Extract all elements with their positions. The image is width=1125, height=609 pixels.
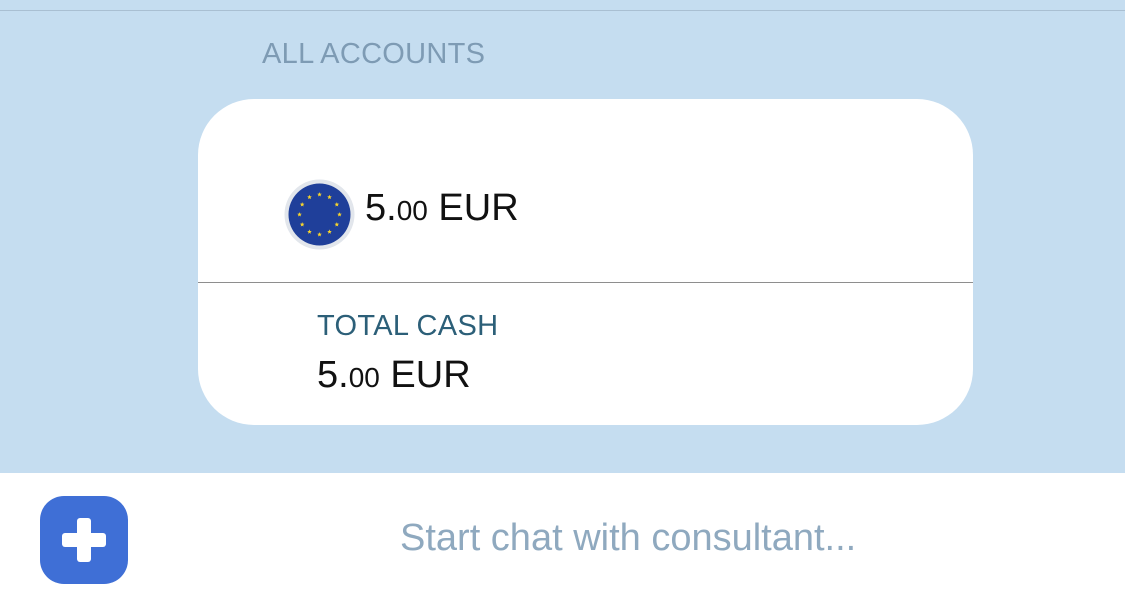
account-amount-int: 5.: [365, 187, 397, 229]
total-currency: EUR: [390, 354, 471, 396]
account-balance: 5.00 EUR: [365, 187, 519, 230]
account-amount-decimals: 00: [396, 195, 428, 226]
section-title: ALL ACCOUNTS: [262, 38, 486, 70]
plus-icon: [62, 518, 106, 562]
accounts-card: 5.00 EUR TOTAL CASH 5.00 EUR: [198, 99, 973, 425]
top-divider: [0, 10, 1125, 11]
total-cash-amount: 5.00 EUR: [317, 354, 471, 397]
total-amount-int: 5.: [317, 354, 349, 396]
add-button[interactable]: [40, 496, 128, 584]
total-cash-label: TOTAL CASH: [317, 310, 499, 342]
chat-bar: Start chat with consultant...: [0, 473, 1125, 609]
card-divider: [198, 282, 973, 283]
account-row-eur[interactable]: 5.00 EUR: [198, 99, 973, 282]
chat-input[interactable]: Start chat with consultant...: [400, 517, 856, 560]
eu-flag-icon: [284, 179, 355, 250]
accounts-panel: ALL ACCOUNTS 5.00 EUR TOTAL CASH 5.00 EU…: [0, 0, 1125, 473]
account-currency: EUR: [438, 187, 519, 229]
total-amount-decimals: 00: [348, 362, 380, 393]
